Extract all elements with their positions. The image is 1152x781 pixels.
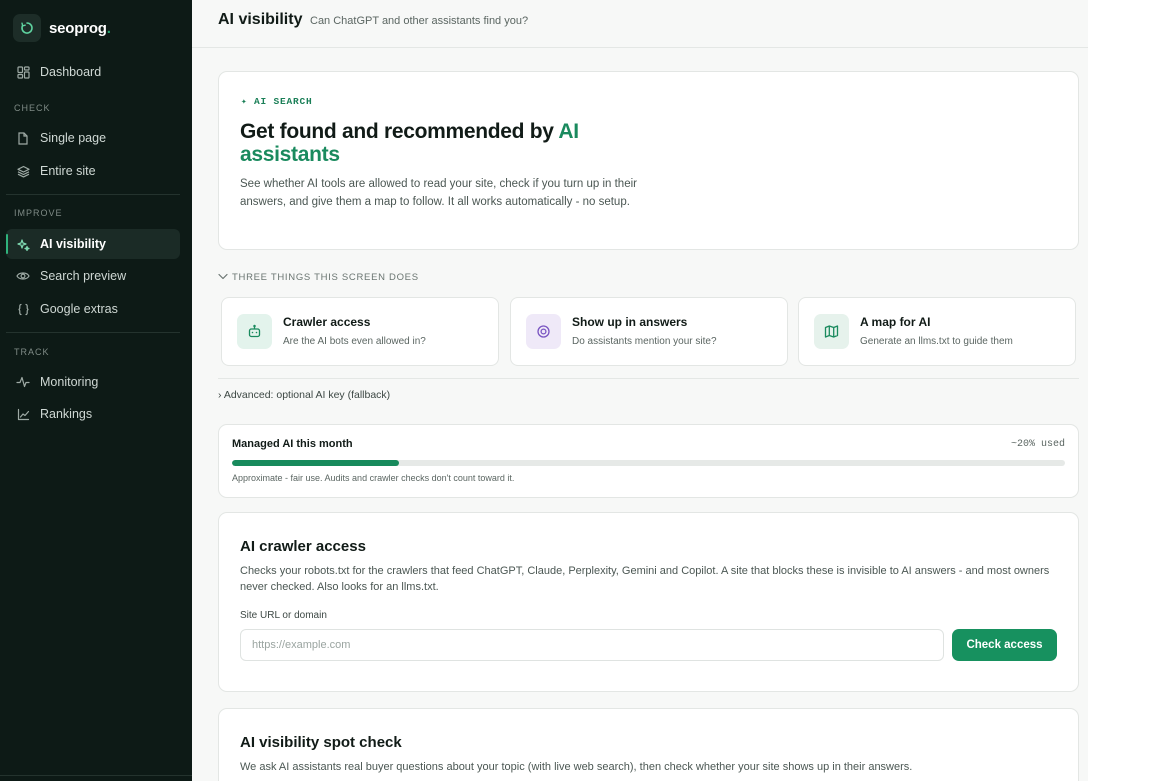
hero-title: Get found and recommended by AI assistan… bbox=[240, 120, 579, 166]
sidebar-item-rankings[interactable]: Rankings bbox=[6, 399, 180, 429]
line-chart-icon bbox=[16, 407, 30, 421]
brand-name: seoprog. bbox=[49, 19, 111, 37]
main-content: AI visibility Can ChatGPT and other assi… bbox=[192, 0, 1088, 781]
file-icon bbox=[16, 131, 30, 145]
eye-icon bbox=[16, 269, 30, 283]
feature-description: Do assistants mention your site? bbox=[572, 336, 717, 347]
explainer-toggle[interactable]: THREE THINGS THIS SCREEN DOES bbox=[218, 272, 419, 283]
divider bbox=[218, 378, 1079, 379]
layers-icon bbox=[16, 164, 30, 178]
advanced-ai-key-toggle[interactable]: › Advanced: optional AI key (fallback) bbox=[218, 389, 390, 401]
sidebar-item-label: Entire site bbox=[40, 164, 96, 178]
hero-eyebrow: ✦ AI SEARCH bbox=[241, 96, 313, 107]
site-url-label: Site URL or domain bbox=[240, 610, 327, 621]
sidebar-item-dashboard[interactable]: Dashboard bbox=[6, 57, 180, 87]
sidebar-item-label: Google extras bbox=[40, 302, 118, 316]
grid-icon bbox=[16, 65, 30, 79]
feature-description: Generate an llms.txt to guide them bbox=[860, 336, 1013, 347]
feature-title: A map for AI bbox=[860, 315, 931, 329]
feature-title: Crawler access bbox=[283, 315, 371, 329]
usage-note: Approximate - fair use. Audits and crawl… bbox=[232, 473, 515, 483]
sidebar-item-google-extras[interactable]: Google extras bbox=[6, 294, 180, 324]
usage-progress-bar bbox=[232, 460, 1065, 466]
sidebar-item-label: Rankings bbox=[40, 407, 93, 421]
nav-section-track: TRACK bbox=[14, 347, 50, 357]
target-icon bbox=[526, 314, 561, 349]
feature-description: Are the AI bots even allowed in? bbox=[283, 336, 426, 347]
explainer-toggle-label: THREE THINGS THIS SCREEN DOES bbox=[232, 272, 419, 283]
section-title: AI crawler access bbox=[240, 538, 366, 555]
check-access-button[interactable]: Check access bbox=[952, 629, 1057, 661]
site-url-input[interactable] bbox=[240, 629, 944, 661]
activity-icon bbox=[16, 375, 30, 389]
hero-description: See whether AI tools are allowed to read… bbox=[240, 178, 637, 208]
sidebar-item-search-preview[interactable]: Search preview bbox=[6, 261, 180, 291]
hero-card: ✦ AI SEARCH Get found and recommended by… bbox=[218, 71, 1079, 250]
usage-value: ~20% used bbox=[1010, 439, 1065, 450]
sidebar-item-label: Search preview bbox=[40, 269, 127, 283]
section-description: Checks your robots.txt for the crawlers … bbox=[240, 565, 1050, 593]
sidebar-item-ai-visibility[interactable]: AI visibility bbox=[6, 229, 180, 259]
page-subtitle: Can ChatGPT and other assistants find yo… bbox=[310, 15, 529, 27]
usage-title: Managed AI this month bbox=[232, 438, 353, 450]
brand[interactable]: seoprog. bbox=[13, 14, 111, 42]
nav-divider bbox=[6, 332, 180, 333]
feature-card-crawler-access: Crawler access Are the AI bots even allo… bbox=[221, 297, 499, 366]
nav-divider bbox=[6, 194, 180, 195]
sidebar-item-monitoring[interactable]: Monitoring bbox=[6, 367, 180, 397]
page-title: AI visibility bbox=[218, 11, 303, 28]
crawler-access-card: AI crawler access Checks your robots.txt… bbox=[218, 512, 1079, 692]
chevron-down-icon bbox=[218, 272, 228, 283]
sparkles-icon bbox=[16, 237, 30, 251]
sidebar-item-entire-site[interactable]: Entire site bbox=[6, 156, 180, 186]
nav-section-check: CHECK bbox=[14, 103, 51, 113]
sidebar-footer bbox=[0, 775, 192, 781]
sidebar-item-label: Single page bbox=[40, 131, 107, 145]
usage-card: Managed AI this month ~20% used Approxim… bbox=[218, 424, 1079, 498]
page-header: AI visibility Can ChatGPT and other assi… bbox=[192, 0, 1088, 48]
section-title: AI visibility spot check bbox=[240, 734, 402, 751]
usage-progress-fill bbox=[232, 460, 399, 466]
spot-check-card: AI visibility spot check We ask AI assis… bbox=[218, 708, 1079, 781]
section-description: We ask AI assistants real buyer question… bbox=[240, 761, 913, 773]
brand-logo-icon bbox=[13, 14, 41, 42]
robot-icon bbox=[237, 314, 272, 349]
sidebar-item-label: Monitoring bbox=[40, 375, 99, 389]
feature-card-map-for-ai: A map for AI Generate an llms.txt to gui… bbox=[798, 297, 1076, 366]
nav-section-improve: IMPROVE bbox=[14, 208, 63, 218]
feature-title: Show up in answers bbox=[572, 315, 688, 329]
sidebar-item-label: AI visibility bbox=[40, 237, 106, 251]
sidebar-item-single-page[interactable]: Single page bbox=[6, 123, 180, 153]
map-icon bbox=[814, 314, 849, 349]
sidebar: seoprog. Dashboard CHECK Single page Ent… bbox=[0, 0, 192, 781]
sidebar-item-label: Dashboard bbox=[40, 65, 102, 79]
braces-icon bbox=[16, 302, 30, 316]
page-background bbox=[1088, 0, 1152, 781]
feature-card-show-up-in-answers: Show up in answers Do assistants mention… bbox=[510, 297, 788, 366]
